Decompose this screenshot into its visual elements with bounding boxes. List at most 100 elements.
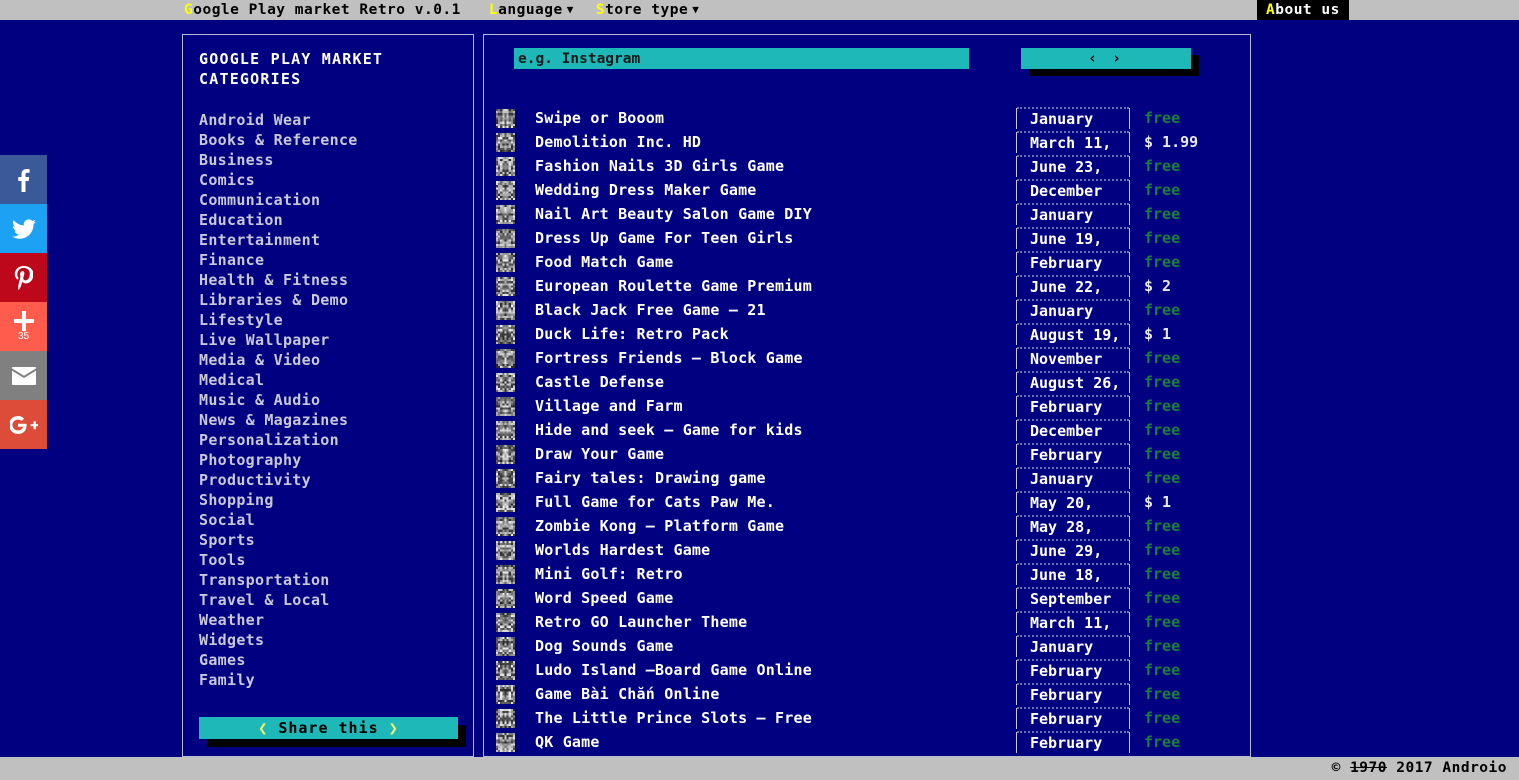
search-input[interactable]: [514, 48, 969, 69]
sidebar-item-shopping[interactable]: Shopping: [199, 490, 473, 510]
sidebar-item-music-audio[interactable]: Music & Audio: [199, 390, 473, 410]
table-row[interactable]: Fortress Friends – Block Game November fre…: [484, 346, 1250, 370]
table-row[interactable]: Wedding Dress Maker Game December free: [484, 178, 1250, 202]
table-row[interactable]: Swipe or Booom January free: [484, 106, 1250, 130]
sidebar-item-label: Communication: [199, 191, 321, 209]
share-google-plus-button[interactable]: [0, 400, 47, 449]
menu-store-type[interactable]: Store type ▼: [593, 0, 702, 21]
share-twitter-button[interactable]: [0, 204, 47, 253]
share-pinterest-button[interactable]: [0, 253, 47, 302]
sidebar-item-widgets[interactable]: Widgets: [199, 630, 473, 650]
sidebar-item-transportation[interactable]: Transportation: [199, 570, 473, 590]
table-row[interactable]: Dress Up Game For Teen Girls June 19, free: [484, 226, 1250, 250]
sidebar-item-health-fitness[interactable]: Health & Fitness: [199, 270, 473, 290]
sidebar-item-lifestyle[interactable]: Lifestyle: [199, 310, 473, 330]
sidebar-item-productivity[interactable]: Productivity: [199, 470, 473, 490]
menu-store-type-hotkey: S: [595, 1, 606, 18]
sidebar-item-news-magazines[interactable]: News & Magazines: [199, 410, 473, 430]
app-thumbnail-icon: [495, 660, 515, 680]
app-price-free: free: [1144, 397, 1181, 415]
share-facebook-button[interactable]: [0, 155, 47, 204]
table-row[interactable]: Fashion Nails 3D Girls Game June 23, free: [484, 154, 1250, 178]
table-row[interactable]: Zombie Kong – Platform Game May 28, free: [484, 514, 1250, 538]
sidebar-item-android-wear[interactable]: Android Wear: [199, 110, 473, 130]
share-more-button[interactable]: 35: [0, 302, 47, 351]
sidebar-item-label: Productivity: [199, 471, 311, 489]
sidebar-item-books-reference[interactable]: Books & Reference: [199, 130, 473, 150]
app-icon-cell: [484, 684, 526, 704]
app-icon-cell: [484, 732, 526, 752]
table-row[interactable]: Nail Art Beauty Salon Game DIY January fre…: [484, 202, 1250, 226]
sidebar-item-libraries-demo[interactable]: Libraries & Demo: [199, 290, 473, 310]
sidebar-item-comics[interactable]: Comics: [199, 170, 473, 190]
sidebar-item-live-wallpaper[interactable]: Live Wallpaper: [199, 330, 473, 350]
app-price-free: free: [1144, 445, 1181, 463]
sidebar-item-social[interactable]: Social: [199, 510, 473, 530]
table-row[interactable]: Fairy tales: Drawing game January free: [484, 466, 1250, 490]
app-icon-cell: [484, 636, 526, 656]
sidebar-item-photography[interactable]: Photography: [199, 450, 473, 470]
table-row[interactable]: Black Jack Free Game – 21 January free: [484, 298, 1250, 322]
sidebar-item-personalization[interactable]: Personalization: [199, 430, 473, 450]
app-thumbnail-icon: [495, 492, 515, 512]
sidebar-item-tools[interactable]: Tools: [199, 550, 473, 570]
app-name: Dress Up Game For Teen Girls: [535, 229, 794, 247]
table-row[interactable]: European Roulette Game Premium June 22, $ …: [484, 274, 1250, 298]
app-price: $ 1: [1144, 325, 1172, 343]
table-row[interactable]: The Little Prince Slots – Free February fr…: [484, 706, 1250, 730]
sidebar-item-finance[interactable]: Finance: [199, 250, 473, 270]
sidebar-item-weather[interactable]: Weather: [199, 610, 473, 630]
table-row[interactable]: Mini Golf: Retro June 18, free: [484, 562, 1250, 586]
app-name: Village and Farm: [535, 397, 683, 415]
app-icon-cell: [484, 252, 526, 272]
app-date: June 19,: [1017, 227, 1129, 249]
chevron-left-icon: ❮: [258, 719, 269, 737]
table-row[interactable]: Castle Defense August 26, free: [484, 370, 1250, 394]
sidebar-item-media-video[interactable]: Media & Video: [199, 350, 473, 370]
share-this-button[interactable]: ❮ Share this ❯: [199, 717, 458, 739]
table-row[interactable]: Ludo Island –Board Game Online February fr…: [484, 658, 1250, 682]
sidebar-item-games[interactable]: Games: [199, 650, 473, 670]
table-row[interactable]: Hide and seek – Game for kids December fre…: [484, 418, 1250, 442]
table-row[interactable]: Village and Farm February free: [484, 394, 1250, 418]
search-submit-button[interactable]: ‹ ›: [1021, 48, 1191, 69]
table-row[interactable]: Demolition Inc. HD March 11, $ 1.99: [484, 130, 1250, 154]
app-name: Draw Your Game: [535, 445, 665, 463]
app-name: Demolition Inc. HD: [535, 133, 702, 151]
app-date: December: [1017, 419, 1129, 441]
app-price-free: free: [1144, 301, 1181, 319]
share-count: 35: [17, 331, 30, 342]
table-row[interactable]: Word Speed Game September free: [484, 586, 1250, 610]
about-us-button[interactable]: About us: [1257, 0, 1349, 20]
table-row[interactable]: Retro GO Launcher Theme March 11, free: [484, 610, 1250, 634]
category-list: Android Wear Books & Reference Business Com…: [199, 110, 473, 690]
sidebar-item-sports[interactable]: Sports: [199, 530, 473, 550]
sidebar-item-travel-local[interactable]: Travel & Local: [199, 590, 473, 610]
app-date: February: [1017, 395, 1129, 417]
sidebar-item-entertainment[interactable]: Entertainment: [199, 230, 473, 250]
app-price-free: free: [1144, 541, 1181, 559]
app-price-free: free: [1144, 373, 1181, 391]
table-row[interactable]: Game Bài Chắn Online February free: [484, 682, 1250, 706]
app-date: February: [1017, 659, 1129, 681]
footer-bar: © 1970 2017 Androio: [0, 757, 1519, 780]
sidebar-item-family[interactable]: Family: [199, 670, 473, 690]
menu-language-label: anguage: [498, 1, 563, 18]
app-thumbnail-icon: [495, 588, 515, 608]
table-row[interactable]: Dog Sounds Game January free: [484, 634, 1250, 658]
share-email-button[interactable]: [0, 351, 47, 400]
sidebar-item-business[interactable]: Business: [199, 150, 473, 170]
sidebar-item-education[interactable]: Education: [199, 210, 473, 230]
sidebar-item-medical[interactable]: Medical: [199, 370, 473, 390]
table-row[interactable]: QK Game February free: [484, 730, 1250, 754]
sidebar-item-communication[interactable]: Communication: [199, 190, 473, 210]
table-row[interactable]: Food Match Game February free: [484, 250, 1250, 274]
table-row[interactable]: Draw Your Game February free: [484, 442, 1250, 466]
table-row[interactable]: Worlds Hardest Game June 29, free: [484, 538, 1250, 562]
table-row[interactable]: Duck Life: Retro Pack August 19, $ 1: [484, 322, 1250, 346]
app-thumbnail-icon: [495, 540, 515, 560]
app-price-free: free: [1144, 565, 1181, 583]
menu-language[interactable]: Language ▼: [486, 0, 577, 21]
table-row[interactable]: Full Game for Cats Paw Me. May 20, $ 1: [484, 490, 1250, 514]
sidebar-item-label: Widgets: [199, 631, 265, 649]
